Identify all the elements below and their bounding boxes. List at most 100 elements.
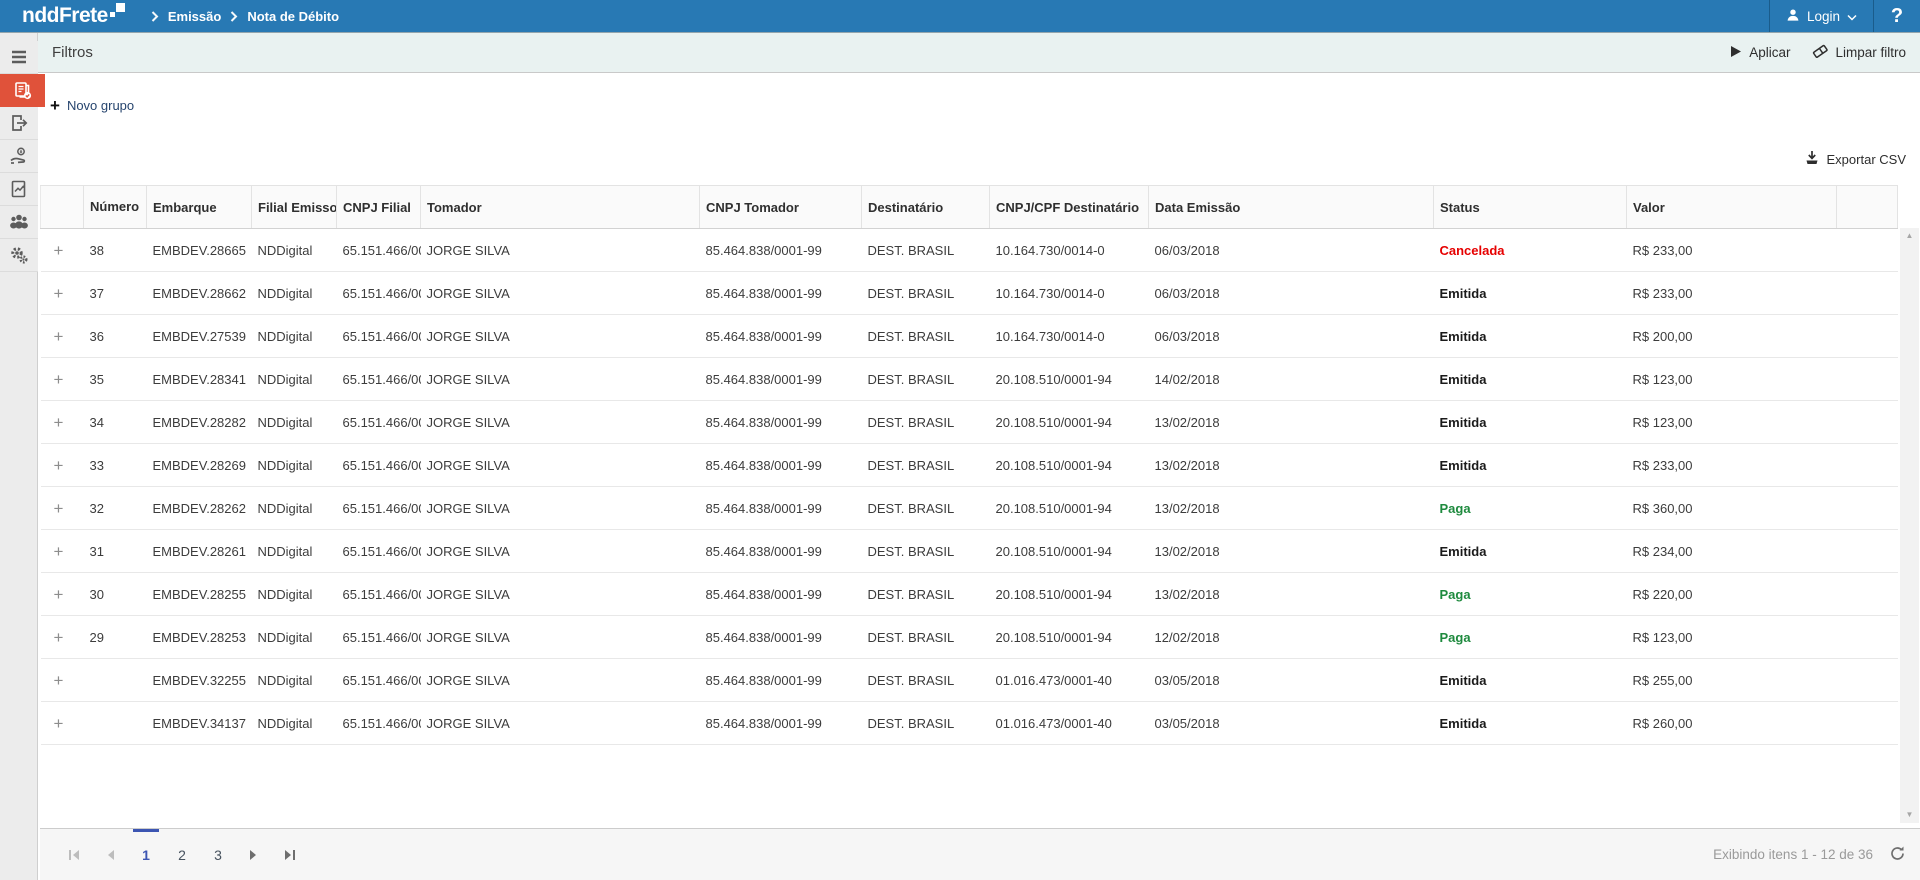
cell-cnpj_cpf_destinatario: 20.108.510/0001-94 [990, 573, 1149, 616]
cell-filler [1837, 530, 1898, 573]
clear-filter-button[interactable]: Limpar filtro [1812, 44, 1906, 61]
cell-valor: R$ 233,00 [1627, 229, 1837, 272]
page-button-3[interactable]: 3 [200, 829, 236, 880]
column-header-status[interactable]: Status [1434, 186, 1627, 229]
clear-filter-label: Limpar filtro [1835, 45, 1906, 60]
cell-tomador: JORGE SILVA [421, 229, 700, 272]
column-label: Tomador [427, 200, 482, 215]
export-csv-button[interactable]: Exportar CSV [1804, 150, 1906, 168]
cell-embarque: EMBDEV.28253 [147, 616, 252, 659]
cell-destinatario: DEST. BRASIL [862, 702, 990, 745]
pager-controls: 123 [56, 829, 308, 880]
app-logo[interactable]: nddFrete [22, 1, 125, 31]
login-menu[interactable]: Login [1769, 0, 1874, 32]
column-header-tomador[interactable]: Tomador [421, 186, 700, 229]
column-header-cnpj_cpf_destinatario[interactable]: CNPJ/CPF Destinatário [990, 186, 1149, 229]
login-label: Login [1807, 9, 1840, 24]
help-button[interactable]: ? [1874, 0, 1920, 32]
column-header-cnpj_tomador[interactable]: CNPJ Tomador [700, 186, 862, 229]
expand-row-button[interactable]: + [54, 456, 64, 475]
export-document-icon [9, 113, 29, 133]
cell-data_emissao: 14/02/2018 [1149, 358, 1434, 401]
cell-numero [84, 659, 147, 702]
last-page-button[interactable] [272, 829, 308, 880]
cell-cnpj_filial: 65.151.466/000... [337, 272, 421, 315]
scroll-down-icon[interactable]: ▼ [1906, 811, 1914, 819]
expand-row-button[interactable]: + [54, 585, 64, 604]
sidebar-item-exportacao[interactable] [0, 107, 38, 140]
expand-row-button[interactable]: + [54, 714, 64, 733]
cell-status: Emitida [1434, 659, 1627, 702]
export-csv-label: Exportar CSV [1827, 152, 1906, 167]
cell-data_emissao: 13/02/2018 [1149, 530, 1434, 573]
cell-filler [1837, 229, 1898, 272]
cell-cnpj_tomador: 85.464.838/0001-99 [700, 358, 862, 401]
expand-row-button[interactable]: + [54, 671, 64, 690]
expand-row-button[interactable]: + [54, 628, 64, 647]
cell-status: Emitida [1434, 358, 1627, 401]
column-header-filial_emissora[interactable]: Filial Emissora [252, 186, 337, 229]
breadcrumb-nota-de-debito[interactable]: Nota de Débito [247, 9, 339, 24]
column-header-valor[interactable]: Valor [1627, 186, 1837, 229]
logo-text: nddFrete [22, 1, 108, 31]
column-label: Data Emissão [1155, 200, 1240, 215]
download-icon [1804, 150, 1820, 168]
cell-expander: + [41, 573, 84, 616]
user-icon [1786, 8, 1800, 25]
column-header-embarque[interactable]: Embarque [147, 186, 252, 229]
cell-destinatario: DEST. BRASIL [862, 487, 990, 530]
column-header-destinatario[interactable]: Destinatário [862, 186, 990, 229]
sidebar-item-usuarios[interactable] [0, 206, 38, 239]
cell-expander: + [41, 272, 84, 315]
apply-filter-button[interactable]: Aplicar [1729, 44, 1790, 61]
refresh-button[interactable] [1889, 845, 1906, 865]
cell-status: Emitida [1434, 702, 1627, 745]
cell-expander: + [41, 659, 84, 702]
sidebar-item-pagamentos[interactable] [0, 140, 38, 173]
cell-cnpj_tomador: 85.464.838/0001-99 [700, 401, 862, 444]
sidebar-menu-toggle[interactable] [0, 41, 38, 74]
vertical-scrollbar[interactable]: ▲ ▼ [1900, 228, 1919, 823]
cell-data_emissao: 06/03/2018 [1149, 229, 1434, 272]
expand-row-button[interactable]: + [54, 370, 64, 389]
cell-embarque: EMBDEV.28662 [147, 272, 252, 315]
cell-cnpj_tomador: 85.464.838/0001-99 [700, 444, 862, 487]
cell-valor: R$ 233,00 [1627, 444, 1837, 487]
column-header-cnpj_filial[interactable]: CNPJ Filial [337, 186, 421, 229]
breadcrumb-emissao[interactable]: Emissão [168, 9, 221, 24]
column-header-expander [41, 186, 84, 229]
cell-data_emissao: 13/02/2018 [1149, 401, 1434, 444]
column-header-numero[interactable]: Número↓ [84, 186, 147, 229]
cell-filler [1837, 315, 1898, 358]
expand-row-button[interactable]: + [54, 413, 64, 432]
column-header-data_emissao[interactable]: Data Emissão [1149, 186, 1434, 229]
page-button-2[interactable]: 2 [164, 829, 200, 880]
sidebar [0, 33, 38, 880]
cell-cnpj_cpf_destinatario: 01.016.473/0001-40 [990, 702, 1149, 745]
cell-filial_emissora: NDDigital [252, 444, 337, 487]
expand-row-button[interactable]: + [54, 284, 64, 303]
sidebar-item-relatorios[interactable] [0, 173, 38, 206]
cell-data_emissao: 06/03/2018 [1149, 315, 1434, 358]
cell-numero: 35 [84, 358, 147, 401]
previous-page-button[interactable] [92, 829, 128, 880]
cell-filial_emissora: NDDigital [252, 530, 337, 573]
filters-panel: Filtros Aplicar Limpar filtro [38, 33, 1920, 73]
cell-embarque: EMBDEV.34137 [147, 702, 252, 745]
cell-expander: + [41, 444, 84, 487]
page-button-1[interactable]: 1 [128, 829, 164, 880]
expand-row-button[interactable]: + [54, 542, 64, 561]
expand-row-button[interactable]: + [54, 241, 64, 260]
next-page-button[interactable] [236, 829, 272, 880]
first-page-button[interactable] [56, 829, 92, 880]
cell-status: Paga [1434, 573, 1627, 616]
sidebar-item-configuracoes[interactable] [0, 239, 38, 272]
cell-tomador: JORGE SILVA [421, 530, 700, 573]
scroll-up-icon[interactable]: ▲ [1906, 232, 1914, 240]
sidebar-item-nota-debito[interactable] [0, 74, 45, 107]
expand-row-button[interactable]: + [54, 327, 64, 346]
expand-row-button[interactable]: + [54, 499, 64, 518]
cell-cnpj_cpf_destinatario: 20.108.510/0001-94 [990, 444, 1149, 487]
new-group-button[interactable]: + Novo grupo [50, 97, 134, 114]
cell-valor: R$ 123,00 [1627, 358, 1837, 401]
